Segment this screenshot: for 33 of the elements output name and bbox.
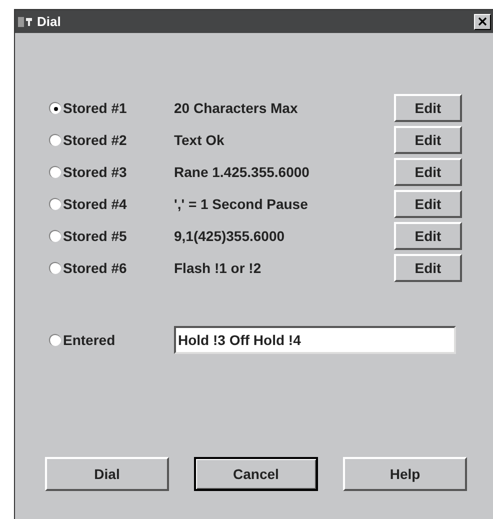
stored-number: Flash !1 or !2 <box>174 258 262 278</box>
radio-label: Stored #1 <box>63 98 127 118</box>
input-field[interactable]: Hold !3 Off Hold !4 <box>174 326 456 354</box>
radio-label: Entered <box>63 330 116 350</box>
radio-button[interactable] <box>49 134 61 146</box>
radio-button[interactable] <box>49 198 61 210</box>
dialog-button[interactable]: Dial <box>45 457 169 491</box>
edit-button[interactable]: Edit <box>394 94 462 122</box>
stored-number: 9,1(425)355.6000 <box>174 226 286 246</box>
radio-button[interactable] <box>49 334 61 346</box>
radio-label: Stored #5 <box>63 226 127 246</box>
edit-button[interactable]: Edit <box>394 158 462 186</box>
radio-label: Stored #3 <box>63 162 127 182</box>
radio-button[interactable] <box>49 230 61 242</box>
edit-button[interactable]: Edit <box>394 254 462 282</box>
stored-number: Text Ok <box>174 130 226 150</box>
stored-number: 20 Characters Max <box>174 98 299 118</box>
radio-label: Stored #4 <box>63 194 127 214</box>
radio-label: Stored #6 <box>63 258 127 278</box>
edit-button[interactable]: Edit <box>394 126 462 154</box>
close-button[interactable] <box>474 14 491 30</box>
edit-button[interactable]: Edit <box>394 190 462 218</box>
edit-button[interactable]: Edit <box>394 222 462 250</box>
stored-number: ',' = 1 Second Pause <box>174 194 309 214</box>
radio-button[interactable] <box>49 102 61 114</box>
stored-number: Rane 1.425.355.6000 <box>174 162 310 182</box>
window-title: Dial <box>37 12 61 31</box>
radio-button[interactable] <box>49 166 61 178</box>
radio-button[interactable] <box>49 262 61 274</box>
radio-label: Stored #2 <box>63 130 127 150</box>
close-icon <box>478 17 487 26</box>
dialog-button[interactable]: Help <box>343 457 467 491</box>
dialog-button[interactable]: Cancel <box>194 457 318 491</box>
